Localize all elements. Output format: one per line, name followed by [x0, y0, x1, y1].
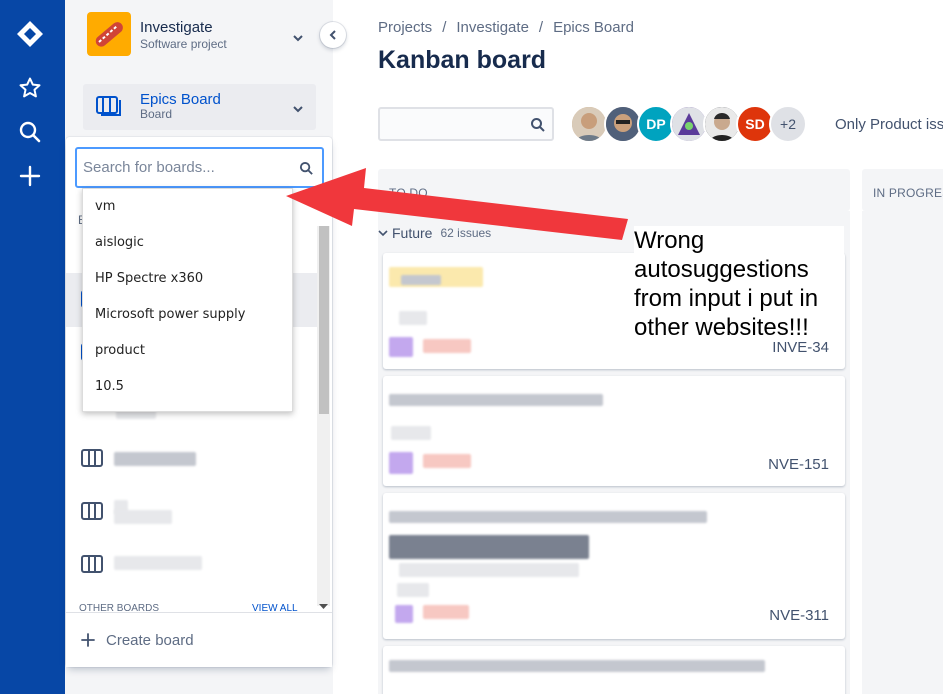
column-header-todo: TO DO	[378, 169, 850, 211]
board-icon	[81, 449, 103, 467]
breadcrumb-separator: /	[442, 19, 447, 36]
column-body-in-progress	[862, 211, 943, 694]
jira-logo-icon[interactable]	[14, 18, 46, 50]
board-search-field[interactable]	[75, 147, 324, 188]
chevron-down-icon	[378, 230, 388, 237]
column-label: IN PROGRES	[873, 186, 943, 200]
board-icon	[81, 502, 103, 520]
search-icon	[299, 161, 313, 175]
collapse-sidebar-button[interactable]	[320, 22, 346, 48]
board-icon	[81, 555, 103, 573]
redacted-text	[389, 394, 603, 406]
issue-card[interactable]	[383, 646, 845, 694]
project-avatar[interactable]	[87, 12, 131, 56]
redacted-text	[389, 660, 765, 672]
autosuggest-item[interactable]: vm	[83, 189, 292, 225]
board-search-input[interactable]	[77, 149, 287, 185]
browser-autosuggest-list: vm aislogic HP Spectre x360 Microsoft po…	[82, 188, 293, 412]
avatar[interactable]	[570, 105, 608, 143]
autosuggest-item[interactable]: product	[83, 333, 292, 369]
chevron-down-icon[interactable]	[292, 30, 304, 48]
issue-search-input[interactable]	[378, 107, 554, 141]
scroll-down-icon[interactable]	[319, 597, 328, 615]
project-name[interactable]: Investigate	[140, 19, 213, 36]
search-icon[interactable]	[14, 116, 46, 148]
view-all-link[interactable]: VIEW ALL	[252, 603, 298, 611]
create-board-label: Create board	[106, 631, 194, 649]
annotation-text: Wrong autosuggestions from input i put i…	[634, 226, 844, 342]
issue-type-icon	[389, 452, 413, 474]
chevron-down-icon[interactable]	[292, 101, 304, 119]
column-label: TO DO	[389, 186, 428, 200]
global-nav	[0, 0, 65, 694]
issue-card[interactable]: NVE-151	[383, 376, 845, 486]
redacted-board-name[interactable]	[114, 556, 202, 570]
more-avatars-badge[interactable]: +2	[769, 105, 807, 143]
other-boards-label: OTHER BOARDS	[79, 603, 160, 611]
avatar-initials: DP	[646, 116, 666, 132]
redacted-board-name[interactable]	[114, 510, 172, 524]
issue-key[interactable]: NVE-151	[768, 456, 829, 473]
chevron-left-icon	[329, 30, 336, 40]
issue-type-icon	[389, 337, 413, 357]
redacted-text	[399, 563, 579, 577]
redacted-text	[389, 511, 707, 523]
avatar-initials: +2	[780, 116, 796, 132]
autosuggest-item[interactable]: Microsoft power supply	[83, 297, 292, 333]
create-board-button[interactable]: Create board	[66, 612, 332, 667]
quick-filter-only-product[interactable]: Only Product iss	[835, 116, 943, 133]
search-icon	[531, 118, 545, 132]
plus-icon	[81, 633, 95, 647]
issue-key[interactable]: NVE-311	[769, 607, 829, 624]
redacted-text	[423, 339, 471, 353]
redacted-text	[397, 583, 429, 597]
page-title: Kanban board	[378, 46, 547, 74]
autosuggest-item[interactable]: HP Spectre x360	[83, 261, 292, 297]
redacted-text	[423, 605, 469, 619]
redacted-text	[399, 311, 427, 325]
board-selector-type: Board	[140, 107, 173, 121]
avatar-initials: SD	[745, 116, 765, 132]
redacted-text	[401, 275, 441, 285]
swimlane-header[interactable]: Future 62 issues	[378, 225, 491, 241]
swimlane-label: Future	[392, 225, 433, 241]
breadcrumb: Projects / Investigate / Epics Board	[378, 19, 634, 36]
issue-card[interactable]: NVE-311	[383, 493, 845, 639]
redacted-board-name[interactable]	[114, 452, 196, 466]
star-icon[interactable]	[14, 72, 46, 104]
redacted-text	[389, 535, 589, 559]
swimlane-count: 62 issues	[440, 226, 492, 240]
project-type: Software project	[140, 37, 227, 51]
breadcrumb-separator: /	[538, 19, 544, 36]
board-selector-name[interactable]: Epics Board	[140, 91, 221, 108]
autosuggest-item[interactable]: aislogic	[83, 225, 292, 261]
breadcrumb-epics-board[interactable]: Epics Board	[553, 19, 634, 36]
board-icon	[96, 96, 122, 121]
create-plus-icon[interactable]	[14, 160, 46, 192]
breadcrumb-investigate[interactable]: Investigate	[456, 19, 529, 36]
redacted-text	[391, 426, 431, 440]
breadcrumb-projects[interactable]: Projects	[378, 19, 432, 36]
autosuggest-item[interactable]: 10.5	[83, 369, 292, 405]
issue-type-icon	[395, 605, 413, 623]
column-header-in-progress: IN PROGRES	[862, 169, 943, 211]
redacted-text	[423, 454, 471, 468]
scrollbar-thumb[interactable]	[319, 226, 329, 414]
